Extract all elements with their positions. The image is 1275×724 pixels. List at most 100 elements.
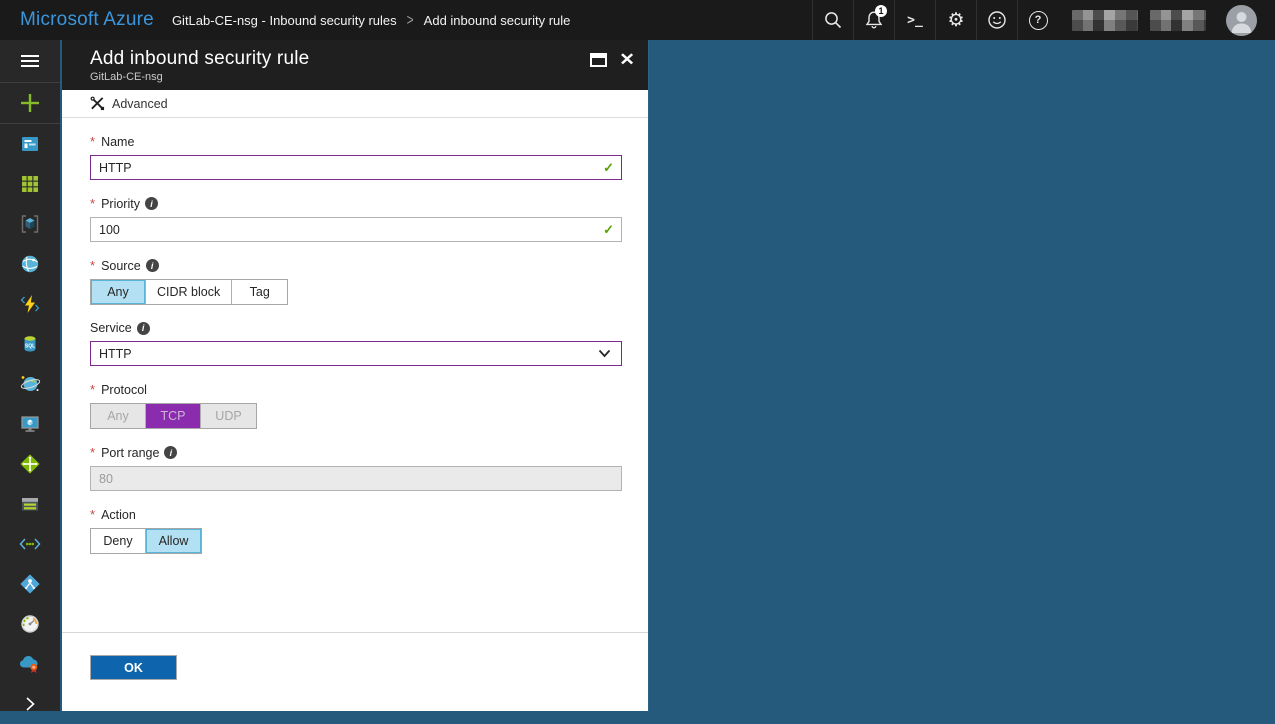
field-priority: * Priority i ✓ <box>90 196 620 242</box>
breadcrumb-item-add-rule[interactable]: Add inbound security rule <box>424 13 571 28</box>
help-button[interactable]: ? <box>1017 0 1058 40</box>
action-toggle-group: Deny Allow <box>90 528 202 554</box>
port-range-input <box>90 466 622 491</box>
storage-icon <box>19 493 41 515</box>
name-label: * Name <box>90 134 620 149</box>
sidebar-item-resource-groups[interactable] <box>0 204 60 244</box>
advanced-button[interactable]: Advanced <box>90 96 168 111</box>
valid-check-icon: ✓ <box>603 160 614 176</box>
help-icon: ? <box>1029 11 1048 30</box>
info-icon[interactable]: i <box>137 322 150 335</box>
priority-label: * Priority i <box>90 196 620 211</box>
globe-icon <box>19 253 41 275</box>
top-bar: Microsoft Azure GitLab-CE-nsg - Inbound … <box>0 0 1275 40</box>
protocol-option-tcp: TCP <box>146 404 201 428</box>
action-option-deny[interactable]: Deny <box>91 529 146 553</box>
sidebar-item-cosmos-db[interactable] <box>0 364 60 404</box>
sidebar-item-virtual-networks[interactable] <box>0 524 60 564</box>
tools-icon <box>90 96 105 111</box>
required-marker: * <box>90 196 95 211</box>
sidebar-hamburger-button[interactable] <box>0 40 60 82</box>
search-icon <box>822 9 844 31</box>
info-icon[interactable]: i <box>145 197 158 210</box>
avatar[interactable] <box>1226 5 1257 36</box>
settings-button[interactable]: ⚙ <box>935 0 976 40</box>
source-toggle-group: Any CIDR block Tag <box>90 279 288 305</box>
maximize-icon[interactable] <box>590 53 607 67</box>
breadcrumb-separator-icon: > <box>407 11 414 29</box>
required-marker: * <box>90 445 95 460</box>
sidebar-item-load-balancers[interactable] <box>0 444 60 484</box>
lightning-icon <box>19 293 41 315</box>
feedback-button[interactable] <box>976 0 1017 40</box>
hamburger-icon <box>19 50 41 72</box>
azure-ad-icon <box>19 573 41 595</box>
load-balancer-icon <box>19 453 41 475</box>
sql-database-icon: SQL <box>19 333 41 355</box>
search-button[interactable] <box>812 0 853 40</box>
sidebar-item-sql-databases[interactable]: SQL <box>0 324 60 364</box>
chevron-down-icon <box>598 349 611 358</box>
sidebar-item-app-services[interactable] <box>0 244 60 284</box>
redacted-directory-name <box>1150 10 1206 31</box>
cloud-shell-button[interactable]: >_ <box>894 0 935 40</box>
blade-subtitle: GitLab-CE-nsg <box>90 71 648 83</box>
smiley-icon <box>986 9 1008 31</box>
field-action: * Action Deny Allow <box>90 507 620 554</box>
source-option-tag[interactable]: Tag <box>232 280 287 304</box>
info-icon[interactable]: i <box>164 446 177 459</box>
field-source: * Source i Any CIDR block Tag <box>90 258 620 305</box>
close-icon[interactable]: ✕ <box>619 53 635 67</box>
source-option-cidr[interactable]: CIDR block <box>146 280 232 304</box>
name-input[interactable] <box>90 155 622 180</box>
sidebar-item-dashboard[interactable] <box>0 124 60 164</box>
service-selected-value: HTTP <box>99 347 598 361</box>
protocol-label: * Protocol <box>90 382 620 397</box>
cube-brackets-icon <box>19 213 41 235</box>
sidebar-item-function-apps[interactable] <box>0 284 60 324</box>
advisor-icon <box>18 653 42 675</box>
field-port-range: * Port range i <box>90 445 620 491</box>
azure-logo[interactable]: Microsoft Azure <box>20 9 154 31</box>
priority-input[interactable] <box>90 217 622 242</box>
protocol-toggle-group: Any TCP UDP <box>90 403 257 429</box>
action-option-allow[interactable]: Allow <box>146 529 201 553</box>
sidebar-expand-button[interactable] <box>0 684 60 724</box>
blade-title: Add inbound security rule <box>90 48 648 70</box>
virtual-machine-icon <box>19 413 41 435</box>
service-label: Service i <box>90 321 620 335</box>
blade-footer: OK <box>62 632 648 711</box>
breadcrumb: GitLab-CE-nsg - Inbound security rules >… <box>172 13 570 28</box>
field-name: * Name ✓ <box>90 134 620 180</box>
protocol-option-udp: UDP <box>201 404 256 428</box>
required-marker: * <box>90 507 95 522</box>
dashboard-icon <box>19 133 41 155</box>
sidebar-item-advisor[interactable] <box>0 644 60 684</box>
sidebar-item-all-resources[interactable] <box>0 164 60 204</box>
source-option-any[interactable]: Any <box>91 280 146 304</box>
gear-icon: ⚙ <box>947 11 964 30</box>
service-dropdown[interactable]: HTTP <box>90 341 622 366</box>
ok-button[interactable]: OK <box>90 655 177 680</box>
advanced-label: Advanced <box>112 97 168 111</box>
protocol-option-any: Any <box>91 404 146 428</box>
plus-icon <box>18 91 42 115</box>
sidebar-item-new[interactable] <box>0 83 60 123</box>
breadcrumb-item-nsg[interactable]: GitLab-CE-nsg - Inbound security rules <box>172 13 397 28</box>
notifications-button[interactable]: 1 <box>853 0 894 40</box>
cosmos-db-icon <box>19 373 41 395</box>
rule-form: * Name ✓ * Priority i ✓ * Sour <box>62 118 648 554</box>
sidebar-item-monitor[interactable] <box>0 604 60 644</box>
info-icon[interactable]: i <box>146 259 159 272</box>
virtual-network-icon <box>18 533 42 555</box>
sidebar-item-virtual-machines[interactable] <box>0 404 60 444</box>
field-protocol: * Protocol Any TCP UDP <box>90 382 620 429</box>
required-marker: * <box>90 258 95 273</box>
valid-check-icon: ✓ <box>603 222 614 238</box>
sidebar-item-storage-accounts[interactable] <box>0 484 60 524</box>
field-service: Service i HTTP <box>90 321 620 366</box>
svg-text:SQL: SQL <box>25 344 35 350</box>
sidebar-item-azure-ad[interactable] <box>0 564 60 604</box>
dimmed-portal-background <box>648 40 1275 711</box>
left-sidebar: SQL <box>0 40 60 711</box>
